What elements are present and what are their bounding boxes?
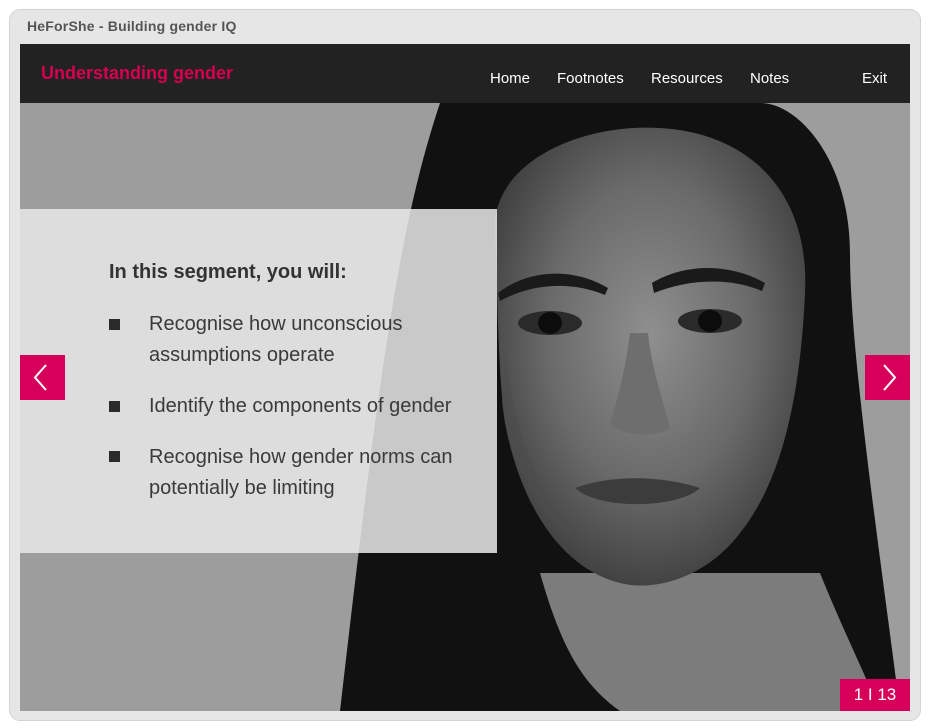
bullet-square-icon: [109, 451, 120, 462]
panel-heading: In this segment, you will:: [109, 261, 347, 283]
nav-exit-link[interactable]: Exit: [862, 70, 887, 87]
top-navigation-bar: Understanding gender Home Footnotes Reso…: [20, 44, 910, 103]
app-window: HeForShe - Building gender IQ Understand…: [10, 10, 920, 720]
chevron-left-icon: [33, 364, 47, 391]
nav-resources-link[interactable]: Resources: [651, 70, 723, 87]
page-counter: 1 I 13: [840, 679, 910, 711]
nav-footnotes-link[interactable]: Footnotes: [557, 70, 624, 87]
previous-slide-button[interactable]: [20, 355, 65, 400]
next-slide-button[interactable]: [865, 355, 910, 400]
course-player: Understanding gender Home Footnotes Reso…: [20, 44, 910, 711]
chevron-right-icon: [883, 364, 897, 391]
window-title: HeForShe - Building gender IQ: [27, 18, 237, 34]
objective-item: Identify the components of gender: [149, 395, 452, 417]
objective-item: Recognise how unconscious assumptions op…: [149, 313, 403, 366]
course-title: Understanding gender: [41, 63, 234, 83]
nav-notes-link[interactable]: Notes: [750, 70, 789, 87]
nav-home-link[interactable]: Home: [490, 70, 530, 87]
segment-objectives-panel: In this segment, you will: Recognise how…: [20, 209, 497, 553]
objective-item: Recognise how gender norms can potential…: [149, 446, 453, 499]
bullet-square-icon: [109, 319, 120, 330]
bullet-square-icon: [109, 401, 120, 412]
